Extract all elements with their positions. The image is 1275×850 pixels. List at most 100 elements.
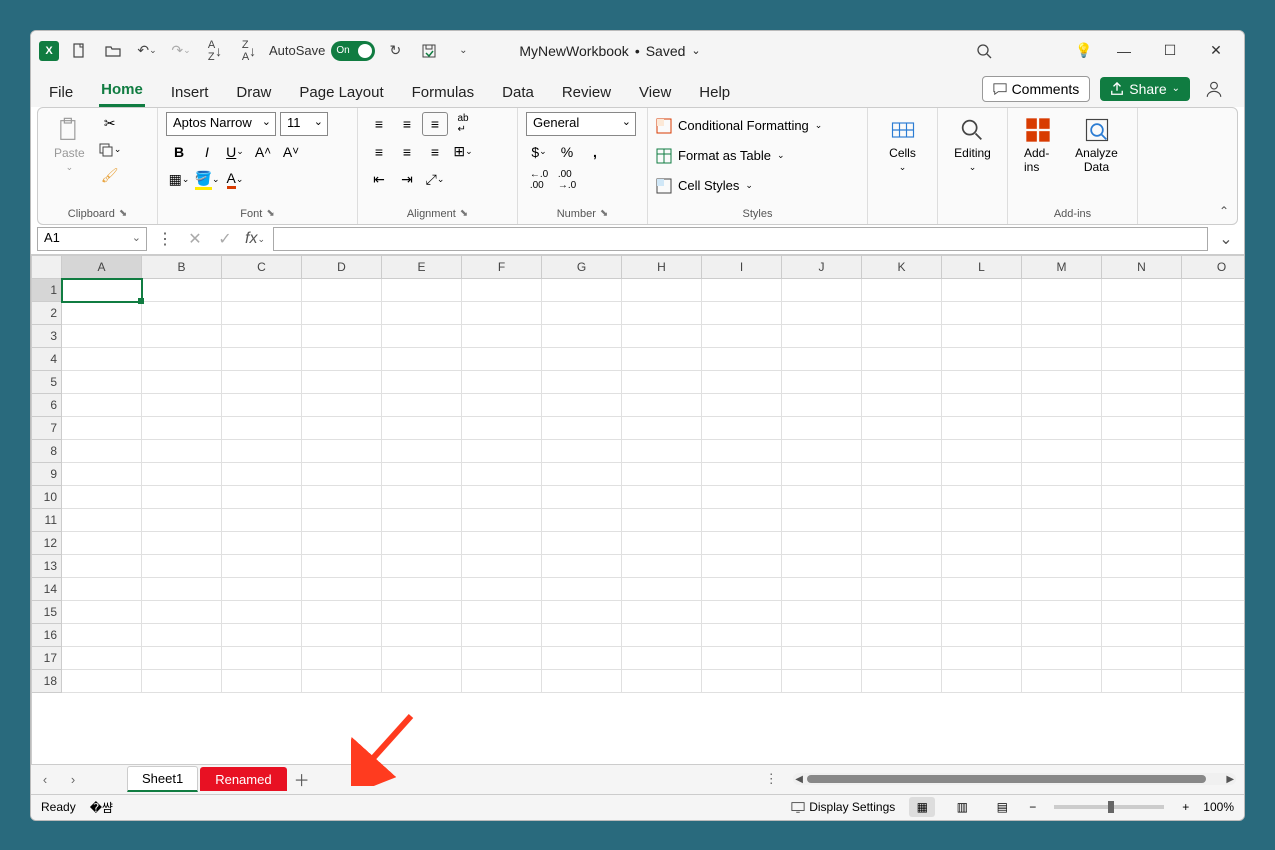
cell[interactable] [222, 555, 302, 578]
column-header[interactable]: B [142, 256, 222, 279]
cell[interactable] [1182, 486, 1244, 509]
refresh-icon[interactable]: ↻ [381, 37, 409, 65]
sheet-tab-sheet1[interactable]: Sheet1 [127, 766, 198, 792]
cell[interactable] [222, 325, 302, 348]
cell[interactable] [222, 670, 302, 693]
cell[interactable] [222, 348, 302, 371]
cell[interactable] [1022, 348, 1102, 371]
cell[interactable] [222, 601, 302, 624]
cell[interactable] [462, 532, 542, 555]
cell[interactable] [302, 670, 382, 693]
cell[interactable] [222, 578, 302, 601]
increase-decimal-icon[interactable]: ←.0.00 [526, 168, 552, 192]
cell[interactable] [462, 578, 542, 601]
column-header[interactable]: G [542, 256, 622, 279]
cell[interactable] [622, 371, 702, 394]
cell[interactable] [62, 417, 142, 440]
cell[interactable] [942, 440, 1022, 463]
row-header[interactable]: 12 [32, 532, 62, 555]
cell[interactable] [702, 325, 782, 348]
cell[interactable] [782, 302, 862, 325]
cell[interactable] [462, 463, 542, 486]
cell[interactable] [1022, 624, 1102, 647]
cell[interactable] [382, 670, 462, 693]
cell[interactable] [1182, 348, 1244, 371]
cell[interactable] [382, 463, 462, 486]
cell[interactable] [1102, 486, 1182, 509]
expand-formula-bar-icon[interactable]: ⌄ [1214, 227, 1238, 251]
cell[interactable] [142, 463, 222, 486]
spreadsheet-grid[interactable]: ABCDEFGHIJKLMNO1234567891011121314151617… [31, 255, 1244, 764]
cell[interactable] [622, 624, 702, 647]
cell[interactable] [942, 555, 1022, 578]
row-header[interactable]: 5 [32, 371, 62, 394]
cell[interactable] [62, 279, 142, 302]
cell[interactable] [622, 601, 702, 624]
cell[interactable] [702, 555, 782, 578]
cell[interactable] [62, 486, 142, 509]
cell[interactable] [1182, 371, 1244, 394]
cell[interactable] [1182, 440, 1244, 463]
number-launcher-icon[interactable]: ⬊ [600, 208, 608, 220]
cell[interactable] [1102, 463, 1182, 486]
cell[interactable] [1022, 486, 1102, 509]
cell[interactable] [702, 348, 782, 371]
cell[interactable] [782, 670, 862, 693]
cell[interactable] [1022, 302, 1102, 325]
column-header[interactable]: D [302, 256, 382, 279]
cell[interactable] [862, 624, 942, 647]
clipboard-launcher-icon[interactable]: ⬊ [119, 208, 127, 220]
formula-input[interactable] [273, 227, 1208, 251]
cell[interactable] [542, 578, 622, 601]
editing-button[interactable]: Editing⌄ [946, 112, 999, 177]
cell[interactable] [302, 417, 382, 440]
merge-center-icon[interactable]: ⊞⌄ [450, 140, 476, 164]
addins-button[interactable]: Add-ins [1016, 112, 1060, 178]
cell[interactable] [862, 486, 942, 509]
cell[interactable] [62, 440, 142, 463]
paste-button[interactable]: Paste ⌄ [46, 112, 93, 177]
cell[interactable] [1102, 555, 1182, 578]
cell[interactable] [862, 578, 942, 601]
cell[interactable] [542, 279, 622, 302]
cell[interactable] [1022, 601, 1102, 624]
cell[interactable] [1182, 279, 1244, 302]
column-header[interactable]: L [942, 256, 1022, 279]
cell[interactable] [222, 279, 302, 302]
cell[interactable] [862, 302, 942, 325]
cell[interactable] [702, 463, 782, 486]
column-header[interactable]: J [782, 256, 862, 279]
autosave-toggle[interactable]: AutoSave On [269, 41, 375, 61]
cell[interactable] [382, 624, 462, 647]
zoom-slider[interactable] [1054, 805, 1164, 809]
cell[interactable] [1182, 624, 1244, 647]
column-header[interactable]: C [222, 256, 302, 279]
cell[interactable] [1102, 279, 1182, 302]
column-header[interactable]: M [1022, 256, 1102, 279]
cell[interactable] [302, 279, 382, 302]
cell[interactable] [302, 509, 382, 532]
cell[interactable] [302, 601, 382, 624]
cell[interactable] [302, 348, 382, 371]
cell[interactable] [1182, 302, 1244, 325]
zoom-in-button[interactable]: + [1182, 800, 1189, 814]
cell[interactable] [942, 463, 1022, 486]
cell[interactable] [142, 302, 222, 325]
cell[interactable] [382, 555, 462, 578]
comma-icon[interactable]: , [582, 140, 608, 164]
document-title[interactable]: MyNewWorkbook • Saved ⌄ [519, 43, 700, 59]
cell[interactable] [862, 371, 942, 394]
orientation-icon[interactable]: ⤢⌄ [422, 168, 448, 192]
number-format-select[interactable]: General [526, 112, 636, 136]
cell[interactable] [622, 509, 702, 532]
cell[interactable] [622, 302, 702, 325]
cell[interactable] [942, 601, 1022, 624]
display-settings-button[interactable]: Display Settings [791, 800, 895, 814]
cell[interactable] [782, 624, 862, 647]
cell[interactable] [142, 670, 222, 693]
font-name-select[interactable]: Aptos Narrow [166, 112, 276, 136]
account-icon[interactable] [1200, 75, 1228, 103]
cell[interactable] [782, 394, 862, 417]
cell[interactable] [782, 417, 862, 440]
cell[interactable] [782, 348, 862, 371]
